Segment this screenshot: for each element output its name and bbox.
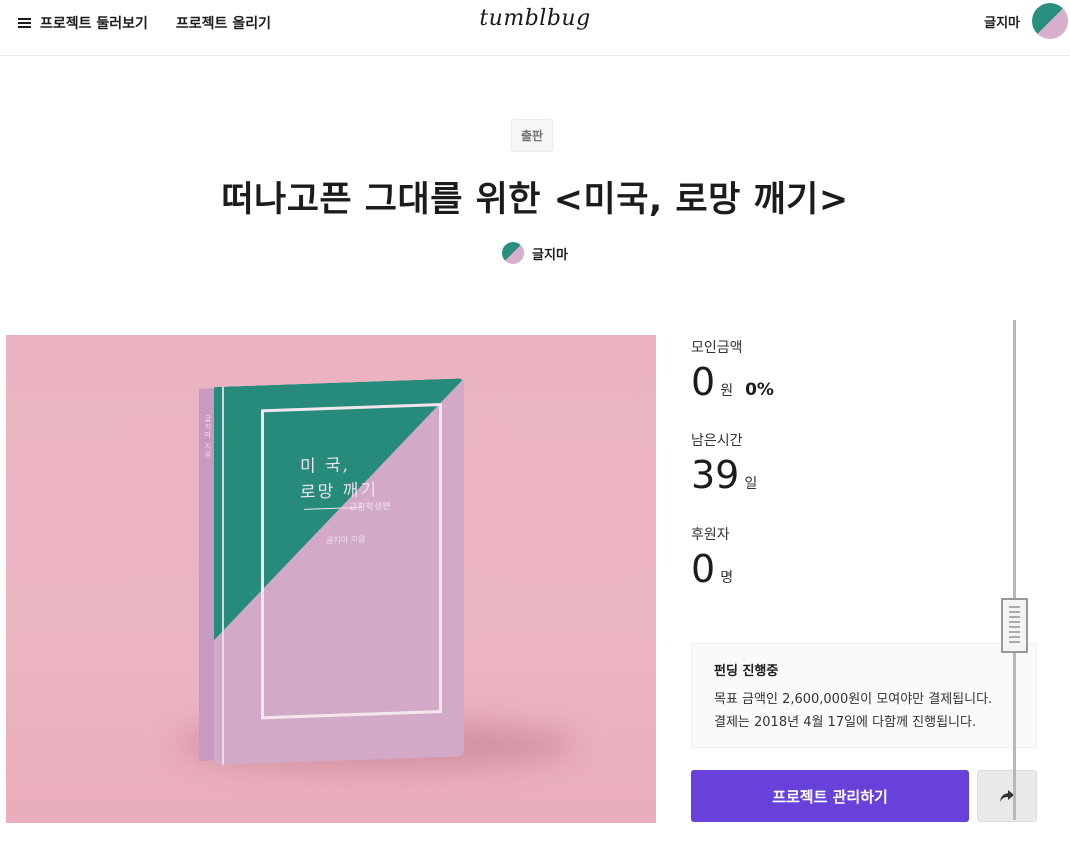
time-left-value: 39 (691, 453, 740, 497)
backers-unit: 명 (720, 570, 734, 586)
book-cover: 미 국, 로망 깨기 교환학생편 글지마 지음 (214, 378, 464, 765)
funded-row: 0 원 0% (691, 361, 1011, 403)
payment-date-notice: 결제는 2018년 4월 17일에 다함께 진행됩니다. (714, 715, 977, 730)
site-logo[interactable]: tumblbug (479, 6, 590, 31)
creator-link[interactable]: 글지마 (502, 242, 568, 264)
time-left-row: 39 일 (691, 454, 1011, 496)
project-main-image: 글지마 지음 미 국, 로망 깨기 교환학생편 글지마 지음 (6, 335, 656, 823)
book-cover-line (222, 386, 224, 765)
backers-value: 0 (691, 547, 716, 591)
avatar[interactable] (1032, 3, 1068, 39)
share-button[interactable] (977, 770, 1037, 822)
stat-funded: 모인금액 0 원 0% (691, 337, 1011, 403)
scroll-track[interactable] (1013, 320, 1016, 820)
header-nav: 프로젝트 둘러보기 프로젝트 올리기 (18, 13, 299, 33)
funded-label: 모인금액 (691, 340, 743, 356)
funding-goal-notice: 목표 금액인 2,600,000원이 모여야만 결제됩니다. (714, 692, 993, 707)
backers-row: 0 명 (691, 548, 1011, 590)
funding-info-box: 펀딩 진행중 목표 금액인 2,600,000원이 모여야만 결제됩니다. 결제… (691, 643, 1037, 748)
browse-projects-label: 프로젝트 둘러보기 (40, 16, 148, 32)
book-cover-line1: 미 국, (300, 455, 351, 477)
category-badge[interactable]: 출판 (511, 119, 553, 152)
book-cover-author: 글지마 지음 (326, 534, 366, 546)
funded-value: 0 (691, 360, 716, 404)
upload-project-link[interactable]: 프로젝트 올리기 (176, 13, 271, 33)
top-header: 프로젝트 둘러보기 프로젝트 올리기 tumblbug 글지마 (0, 0, 1070, 56)
scroll-handle[interactable] (1001, 598, 1028, 653)
time-left-unit: 일 (744, 476, 758, 492)
book-spine-text: 글지마 지음 (204, 415, 212, 459)
book-cover-subtitle: 교환학생편 (349, 501, 391, 514)
creator-row: 글지마 (0, 242, 1070, 264)
creator-name: 글지마 (532, 247, 568, 263)
browse-projects-link[interactable]: 프로젝트 둘러보기 (18, 13, 148, 33)
funding-status-title: 펀딩 진행중 (714, 664, 779, 679)
funded-unit: 원 (720, 383, 734, 399)
user-menu[interactable]: 글지마 (984, 3, 1068, 39)
creator-avatar (502, 242, 525, 264)
stat-time-left: 남은시간 39 일 (691, 430, 1011, 496)
backers-label: 후원자 (691, 527, 730, 543)
user-name: 글지마 (984, 15, 1020, 31)
stat-backers: 후원자 0 명 (691, 524, 1011, 590)
funded-percent: 0% (745, 380, 774, 400)
upload-project-label: 프로젝트 올리기 (175, 16, 271, 32)
manage-project-button[interactable]: 프로젝트 관리하기 (691, 770, 969, 822)
project-title: 떠나고픈 그대를 위한 <미국, 로망 깨기> (221, 180, 849, 220)
menu-icon[interactable] (18, 18, 31, 28)
book-cover-frame (261, 403, 442, 720)
time-left-label: 남은시간 (691, 433, 743, 449)
